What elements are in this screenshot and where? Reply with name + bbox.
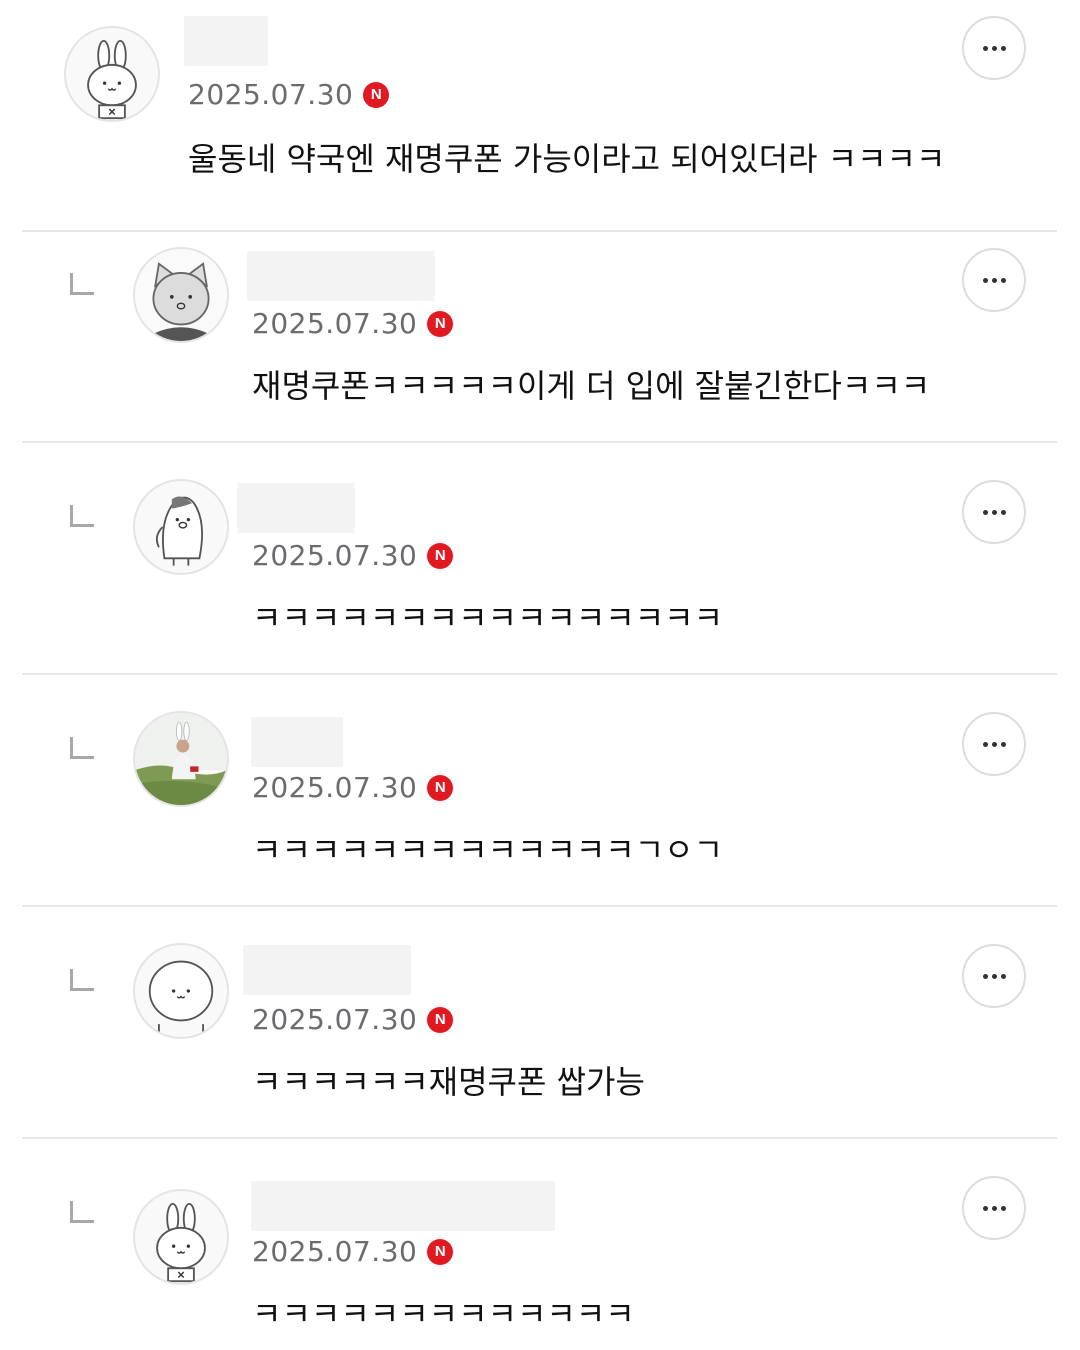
reply-item: 2025.07.30 N ㅋㅋㅋㅋㅋㅋㅋㅋㅋㅋㅋㅋㅋㄱㅇㄱ [0,675,1080,907]
comment-date: 2025.07.30 [252,771,418,804]
comment-text: ㅋㅋㅋㅋㅋㅋ재명쿠폰 쌉가능 [252,1063,645,1101]
new-badge: N [427,774,454,801]
comment-text: 재명쿠폰ㅋㅋㅋㅋㅋ이게 더 입에 잘붙긴한다ㅋㅋㅋ [252,367,931,405]
more-dots-icon [982,277,1006,283]
more-options-button[interactable] [962,1176,1026,1240]
reply-arrow-icon [70,969,94,991]
more-options-button[interactable] [962,480,1026,544]
cat-avatar-icon[interactable] [133,247,229,343]
new-badge: N [427,1006,454,1033]
new-badge: N [427,542,454,569]
reply-item: 2025.07.30 N 재명쿠폰ㅋㅋㅋㅋㅋ이게 더 입에 잘붙긴한다ㅋㅋㅋ [0,211,1080,443]
username-redacted [251,1181,555,1231]
more-options-button[interactable] [962,712,1026,776]
more-dots-icon [982,1205,1006,1211]
comment-date: 2025.07.30 [252,307,418,340]
rabbit-avatar-icon[interactable] [133,1189,229,1285]
reply-item: 2025.07.30 N ㅋㅋㅋㅋㅋㅋㅋㅋㅋㅋㅋㅋㅋㅋㅋㅋ [0,443,1080,675]
more-options-button[interactable] [962,944,1026,1008]
reply-item: 2025.07.30 N ㅋㅋㅋㅋㅋㅋ재명쿠폰 쌉가능 [0,907,1080,1139]
more-dots-icon [982,45,1006,51]
comment-text: ㅋㅋㅋㅋㅋㅋㅋㅋㅋㅋㅋㅋㅋㄱㅇㄱ [252,831,724,869]
username-redacted [243,945,411,995]
reply-item: 2025.07.30 N ㅋㅋㅋㅋㅋㅋㅋㅋㅋㅋㅋㅋㅋ [0,1139,1080,1350]
comment-text: 울동네 약국엔 재명쿠폰 가능이라고 되어있더라 ㅋㅋㅋㅋ [188,140,946,178]
comment-date: 2025.07.30 [252,539,418,572]
blob-avatar-icon[interactable] [133,943,229,1039]
reply-arrow-icon [70,737,94,759]
username-redacted [251,717,343,767]
username-redacted [237,483,355,533]
comment-date: 2025.07.30 [252,1235,418,1268]
comment-item: 2025.07.30 N 울동네 약국엔 재명쿠폰 가능이라고 되어있더라 ㅋㅋ… [0,0,1080,232]
more-options-button[interactable] [962,248,1026,312]
comment-text: ㅋㅋㅋㅋㅋㅋㅋㅋㅋㅋㅋㅋㅋㅋㅋㅋ [252,599,724,637]
more-dots-icon [982,509,1006,515]
new-badge: N [363,81,390,108]
more-dots-icon [982,973,1006,979]
penguin-avatar-icon[interactable] [133,479,229,575]
username-redacted [247,251,435,301]
new-badge: N [427,310,454,337]
comment-date: 2025.07.30 [252,1003,418,1036]
comment-date: 2025.07.30 [188,78,354,111]
reply-arrow-icon [70,273,94,295]
more-dots-icon [982,741,1006,747]
username-redacted [184,16,268,66]
more-options-button[interactable] [962,16,1026,80]
new-badge: N [427,1238,454,1265]
photo-avatar-icon[interactable] [133,711,229,807]
comment-text: ㅋㅋㅋㅋㅋㅋㅋㅋㅋㅋㅋㅋㅋ [252,1295,635,1333]
reply-arrow-icon [70,505,94,527]
reply-arrow-icon [70,1201,94,1223]
rabbit-avatar-icon[interactable] [64,26,160,122]
